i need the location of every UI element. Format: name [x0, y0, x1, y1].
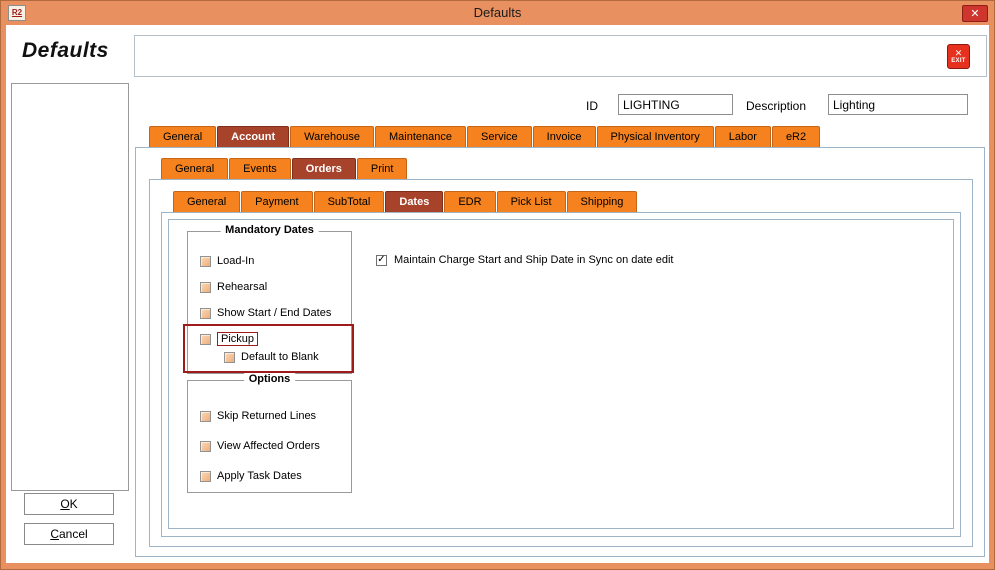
options-group: Options Skip Returned Lines View Affecte… — [187, 380, 352, 493]
checkbox-row-apply-task-dates[interactable]: Apply Task Dates — [200, 469, 302, 483]
tab-l2-orders[interactable]: Orders — [292, 158, 356, 179]
window-title: Defaults — [1, 5, 994, 20]
checkbox-row-load-in[interactable]: Load-In — [200, 254, 254, 268]
tab-l3-pick-list[interactable]: Pick List — [497, 191, 566, 212]
toolbar-strip: ✕ EXIT — [134, 35, 987, 77]
apply-task-dates-label: Apply Task Dates — [217, 470, 302, 482]
tab-l1-service[interactable]: Service — [467, 126, 532, 147]
apply-task-dates-checkbox — [200, 471, 211, 482]
view-affected-orders-label: View Affected Orders — [217, 440, 320, 452]
rehearsal-checkbox — [200, 282, 211, 293]
tab-l3-edr[interactable]: EDR — [444, 191, 495, 212]
description-field[interactable] — [828, 94, 968, 115]
checkbox-row-show-start-end[interactable]: Show Start / End Dates — [200, 306, 331, 320]
options-title: Options — [244, 373, 296, 385]
view-affected-orders-checkbox — [200, 441, 211, 452]
show-start-end-label: Show Start / End Dates — [217, 307, 331, 319]
tab-l1-general[interactable]: General — [149, 126, 216, 147]
cancel-button[interactable]: Cancel — [24, 523, 114, 545]
skip-returned-lines-label: Skip Returned Lines — [217, 410, 316, 422]
page-title: Defaults — [22, 39, 109, 63]
tab-l2-print[interactable]: Print — [357, 158, 408, 179]
tab-l3-shipping[interactable]: Shipping — [567, 191, 638, 212]
close-button[interactable]: ✕ — [962, 5, 988, 22]
exit-x-icon: ✕ — [955, 49, 963, 58]
tab-l3-general[interactable]: General — [173, 191, 240, 212]
tab-l1-account[interactable]: Account — [217, 126, 289, 147]
show-start-end-checkbox — [200, 308, 211, 319]
default-to-blank-checkbox — [224, 352, 235, 363]
maintain-sync-label: Maintain Charge Start and Ship Date in S… — [394, 254, 673, 266]
tabs-level2: General Events Orders Print — [161, 158, 408, 179]
description-label: Description — [746, 99, 806, 113]
checkbox-row-pickup[interactable]: Pickup — [200, 332, 258, 346]
exit-button[interactable]: ✕ EXIT — [947, 44, 970, 69]
tab-l3-payment[interactable]: Payment — [241, 191, 312, 212]
tab-l3-subtotal[interactable]: SubTotal — [314, 191, 385, 212]
tab-l1-invoice[interactable]: Invoice — [533, 126, 596, 147]
tab-l1-physical-inventory[interactable]: Physical Inventory — [597, 126, 714, 147]
maintain-sync-checkbox: ✓ — [376, 255, 387, 266]
tab-l1-labor[interactable]: Labor — [715, 126, 771, 147]
tab-l1-warehouse[interactable]: Warehouse — [290, 126, 374, 147]
ok-button-label: OK — [60, 497, 77, 511]
check-icon: ✓ — [377, 255, 385, 265]
rehearsal-label: Rehearsal — [217, 281, 267, 293]
checkbox-row-rehearsal[interactable]: Rehearsal — [200, 280, 267, 294]
checkbox-row-maintain-sync[interactable]: ✓ Maintain Charge Start and Ship Date in… — [376, 254, 673, 266]
checkbox-row-default-to-blank[interactable]: Default to Blank — [224, 350, 319, 364]
id-field[interactable] — [618, 94, 733, 115]
cancel-button-label: Cancel — [50, 527, 87, 541]
mandatory-dates-group: Mandatory Dates Load-In Rehearsal Show S… — [187, 231, 352, 374]
skip-returned-lines-checkbox — [200, 411, 211, 422]
default-to-blank-label: Default to Blank — [241, 351, 319, 363]
exit-button-label: EXIT — [951, 58, 966, 64]
pickup-label: Pickup — [217, 332, 258, 346]
checkbox-row-skip-returned-lines[interactable]: Skip Returned Lines — [200, 409, 316, 423]
titlebar[interactable]: R2 Defaults ✕ — [1, 1, 994, 25]
load-in-label: Load-In — [217, 255, 254, 267]
tab-l2-events[interactable]: Events — [229, 158, 291, 179]
checkbox-row-view-affected-orders[interactable]: View Affected Orders — [200, 439, 320, 453]
tab-l2-general[interactable]: General — [161, 158, 228, 179]
tabs-level1: General Account Warehouse Maintenance Se… — [149, 126, 821, 147]
tab-l1-er2[interactable]: eR2 — [772, 126, 820, 147]
tab-l1-maintenance[interactable]: Maintenance — [375, 126, 466, 147]
pickup-checkbox — [200, 334, 211, 345]
defaults-window: R2 Defaults ✕ Defaults OK Cancel ✕ EXIT … — [0, 0, 995, 570]
tab-l3-dates[interactable]: Dates — [385, 191, 443, 212]
load-in-checkbox — [200, 256, 211, 267]
defaults-list[interactable] — [11, 83, 129, 491]
id-label: ID — [586, 99, 598, 113]
ok-button[interactable]: OK — [24, 493, 114, 515]
mandatory-dates-title: Mandatory Dates — [220, 224, 319, 236]
tabs-level3: General Payment SubTotal Dates EDR Pick … — [173, 191, 638, 212]
window-body: Defaults OK Cancel ✕ EXIT ID Description… — [6, 25, 989, 563]
